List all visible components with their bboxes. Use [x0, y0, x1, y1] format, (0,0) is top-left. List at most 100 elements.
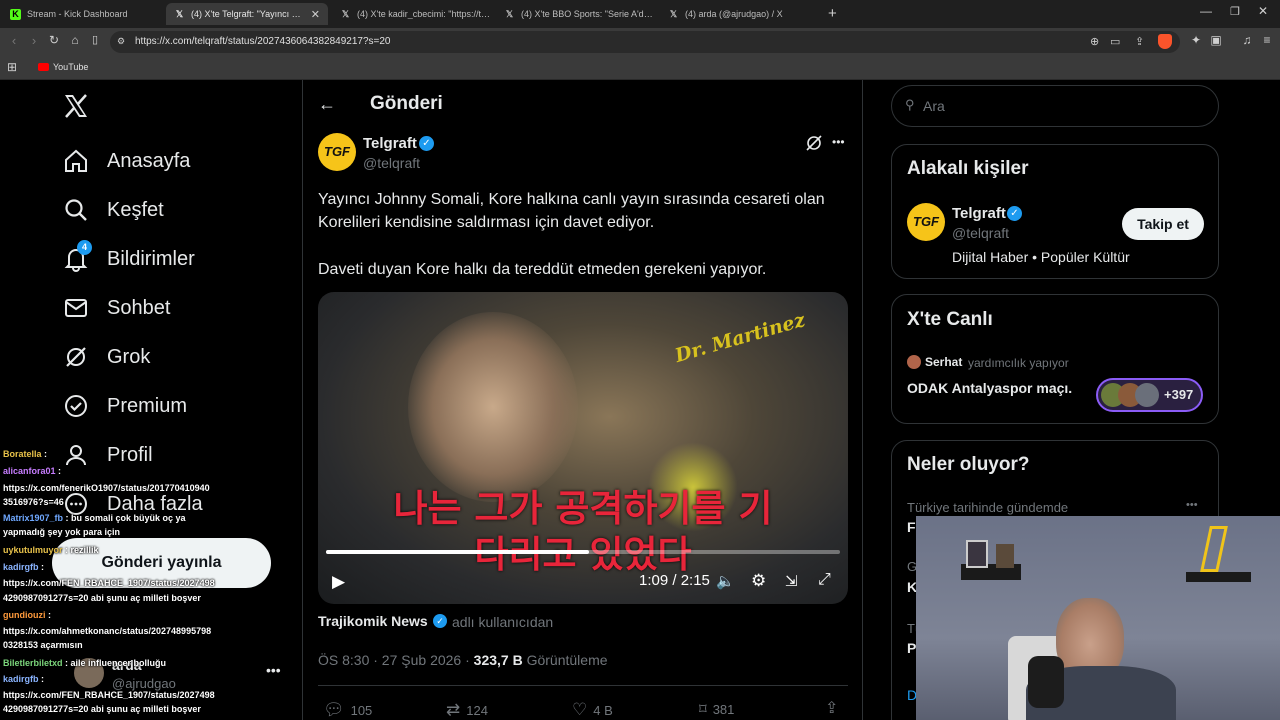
trend-more-icon[interactable]: ••• [1186, 499, 1198, 511]
chat-separator: : [41, 449, 48, 459]
sidebar-item-messages[interactable]: Sohbet [62, 288, 170, 328]
cast-icon[interactable]: ▭ [1110, 35, 1120, 48]
chat-username[interactable]: Biletlerbiletxd [3, 658, 63, 668]
media-icon[interactable]: ♫ [1238, 33, 1256, 47]
chat-username[interactable]: kadirgfb [3, 674, 39, 684]
chat-text: yapmadığ şey yok para için [3, 527, 121, 537]
sidebar-item-home[interactable]: Anasayfa [62, 141, 190, 181]
live-host[interactable]: Serhat [925, 355, 962, 369]
chat-username[interactable]: alicanfora01 [3, 466, 56, 476]
live-title[interactable]: ODAK Antalyaspor maçı. [907, 380, 1072, 396]
post-text: Yayıncı Johnny Somali, Kore halkına canl… [318, 191, 825, 231]
search-input[interactable]: ⚲ Ara [891, 85, 1219, 127]
sidebar-item-profile[interactable]: Profil [62, 435, 153, 475]
tab-telgraft-post[interactable]: 𝕏 (4) X'te Telgraft: "Yayıncı Johnny ✕ [166, 3, 328, 25]
follow-button[interactable]: Takip et [1122, 208, 1204, 240]
sidebar-item-label: Anasayfa [107, 149, 191, 172]
chat-username[interactable]: uykutulmuyor [3, 545, 63, 555]
grok-explain-icon[interactable] [805, 134, 823, 157]
like-button[interactable]: ♡ 4 B [572, 700, 613, 720]
x-icon: 𝕏 [669, 8, 678, 19]
bookmark-youtube[interactable]: YouTube [38, 62, 88, 72]
chat-username[interactable]: kadirgfb [3, 562, 39, 572]
video-player[interactable]: Dr. Martinez 나는 그가 공격하기를 기 다리고 있었다 ▶ 1:0… [318, 292, 848, 604]
chat-text: 3516976?s=46 [3, 497, 64, 507]
close-window-button[interactable]: ✕ [1258, 4, 1268, 18]
live-card: X'te Canlı Serhat yardımcılık yapıyor OD… [891, 294, 1219, 424]
share-post-icon[interactable]: ⇪ [825, 698, 838, 718]
reply-count: 105 [350, 702, 373, 718]
video-source-suffix: adlı kullanıcıdan [452, 614, 554, 630]
chat-message: alicanfora01 : [3, 465, 61, 478]
share-icon[interactable]: ⇪ [1135, 35, 1144, 48]
sidebar-item-label: Keşfet [107, 198, 164, 221]
home-page-icon[interactable]: ⌂ [66, 33, 84, 47]
zoom-icon[interactable]: ⊕ [1090, 35, 1099, 48]
extensions-icon[interactable]: ✦ [1187, 33, 1205, 47]
chat-username[interactable]: gundiouzi [3, 610, 46, 620]
sidebar-item-notifications[interactable]: 4 Bildirimler [62, 239, 195, 279]
sidebar-toggle-icon[interactable]: ▣ [1207, 33, 1225, 47]
forward-icon[interactable]: › [25, 33, 43, 48]
pip-icon[interactable]: ⇲ [785, 572, 798, 590]
related-people-card: Alakalı kişiler TGF Telgraft ✓ @telqraft… [891, 144, 1219, 279]
x-logo[interactable] [62, 92, 90, 125]
close-tab-icon[interactable]: ✕ [311, 8, 320, 21]
back-icon[interactable]: ‹ [5, 33, 23, 48]
chat-message: 4290987091277s=20 abi şunu aç milleti bo… [3, 703, 201, 716]
trend-item[interactable]: P [907, 640, 916, 656]
chat-separator: : [38, 674, 45, 684]
live-listeners[interactable]: +397 [1096, 378, 1203, 412]
avatar[interactable]: TGF [907, 203, 945, 241]
webcam-trophy [1200, 526, 1228, 572]
more-icon[interactable]: ••• [266, 662, 281, 678]
chat-message: uykutulmuyor : rezillik [3, 544, 99, 557]
author-handle[interactable]: @telqraft [363, 155, 420, 171]
back-arrow-icon[interactable]: ← [318, 94, 336, 115]
bookmark-button[interactable]: ⌑ 381 [699, 700, 734, 718]
video-progress-bar[interactable] [326, 550, 840, 554]
address-bar[interactable]: ⚙ https://x.com/telqraft/status/20274360… [110, 31, 1180, 53]
chat-separator: : [45, 610, 51, 620]
sidebar-item-premium[interactable]: Premium [62, 386, 187, 426]
post-more-icon[interactable]: ••• [832, 135, 845, 149]
tab-kadir-post[interactable]: 𝕏 (4) X'te kadir_cbecimi: "https://t.co/… [332, 3, 492, 25]
settings-icon[interactable]: ⚙ [751, 571, 766, 591]
tab-kick-dashboard[interactable]: K Stream - Kick Dashboard [2, 3, 162, 25]
author-avatar[interactable]: TGF [318, 133, 356, 171]
bookmark-page-icon[interactable]: ▯ [86, 33, 104, 46]
author-name[interactable]: Telgraft [363, 135, 417, 152]
search-placeholder: Ara [923, 98, 945, 114]
video-source-name[interactable]: Trajikomik News [318, 613, 428, 629]
reply-button[interactable]: 💬︎ 105 [323, 700, 372, 720]
volume-icon[interactable]: 🔈 [716, 572, 735, 590]
chat-username[interactable]: Matrix1907_fb [3, 513, 63, 523]
brave-shield-icon[interactable] [1158, 34, 1172, 49]
tab-bbo-sports[interactable]: 𝕏 (4) X'te BBO Sports: "Serie A'da belki [496, 3, 656, 25]
sidebar-item-explore[interactable]: Keşfet [62, 190, 164, 230]
card-title: X'te Canlı [907, 309, 993, 330]
chat-text: 0328153 açarmısın [3, 640, 83, 650]
minimize-button[interactable]: — [1200, 4, 1212, 18]
new-tab-button[interactable]: + [828, 5, 837, 22]
menu-icon[interactable]: ≡ [1258, 33, 1276, 47]
sidebar-item-label: Grok [107, 345, 151, 368]
tab-title: (4) X'te kadir_cbecimi: "https://t.co/l [357, 9, 492, 19]
related-name[interactable]: Telgraft [952, 205, 1006, 222]
apps-grid-icon[interactable]: ⊞ [7, 60, 17, 74]
divider [318, 685, 848, 686]
chat-username[interactable]: Boratella [3, 449, 42, 459]
sidebar-item-grok[interactable]: Grok [62, 337, 150, 377]
reload-icon[interactable]: ↻ [45, 33, 63, 47]
play-icon[interactable]: ▶ [332, 572, 345, 592]
fullscreen-icon[interactable]: ⤢ [818, 571, 831, 589]
repost-button[interactable]: ⇄ 124 [446, 700, 488, 720]
post-timestamp[interactable]: ÖS 8:30 · 27 Şub 2026 · [318, 652, 474, 668]
chat-message: 3516976?s=46 [3, 496, 64, 509]
tab-arda-profile[interactable]: 𝕏 (4) arda (@ajrudgao) / X [660, 3, 820, 25]
site-settings-icon[interactable]: ⚙ [117, 36, 125, 47]
tab-title: (4) X'te BBO Sports: "Serie A'da belki [521, 9, 656, 19]
chat-separator: : [38, 562, 45, 572]
maximize-button[interactable]: ❐ [1230, 5, 1240, 18]
chat-message: gundiouzi : [3, 609, 51, 622]
